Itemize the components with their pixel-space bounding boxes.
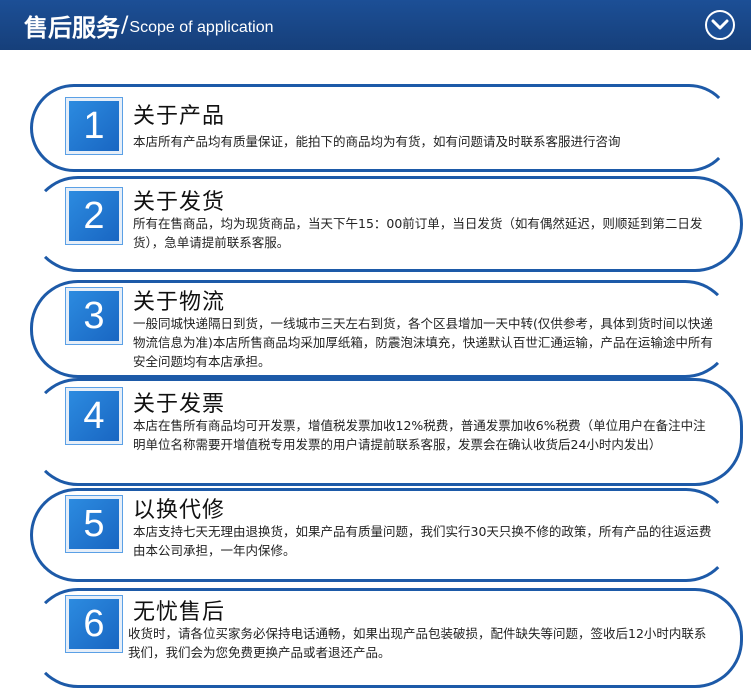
page-subtitle: Scope of application (129, 19, 274, 36)
service-card-3: 3 关于物流 一般同城快递隔日到货，一线城市三天左右到货，各个区县增加一天中转(… (0, 280, 751, 378)
section-title: 关于发货 (133, 190, 226, 215)
page-title: 售后服务 (24, 13, 120, 42)
service-card-4: 4 关于发票 本店在售所有商品均可开发票，增值税发票加收12%税费，普通发票加收… (0, 378, 751, 486)
section-title: 无忧售后 (133, 600, 226, 625)
title-separator: / (121, 12, 129, 38)
section-description: 所有在售商品，均为现货商品，当天下午15：00前订单，当日发货（如有偶然延迟，则… (133, 216, 703, 250)
section-number-badge: 5 (66, 496, 122, 552)
section-description: 本店所有产品均有质量保证，能拍下的商品均为有货，如有问题请及时联系客服进行咨询 (133, 134, 621, 149)
section-number-badge: 3 (66, 288, 122, 344)
header-bar: 售后服务 / Scope of application (0, 0, 751, 50)
section-description: 收货时，请各位买家务必保持电话通畅，如果出现产品包装破损，配件缺失等问题，签收后… (128, 626, 707, 660)
section-description: 一般同城快递隔日到货，一线城市三天左右到货，各个区县增加一天中转(仅供参考，具体… (133, 316, 713, 369)
section-title: 关于产品 (133, 104, 226, 129)
service-card-1: 1 关于产品 本店所有产品均有质量保证，能拍下的商品均为有货，如有问题请及时联系… (0, 84, 751, 172)
service-card-2: 2 关于发货 所有在售商品，均为现货商品，当天下午15：00前订单，当日发货（如… (0, 176, 751, 272)
section-number-badge: 4 (66, 388, 122, 444)
section-number-badge: 1 (66, 98, 122, 154)
section-description: 本店在售所有商品均可开发票，增值税发票加收12%税费，普通发票加收6%税费（单位… (133, 418, 706, 452)
section-title: 关于发票 (133, 392, 226, 417)
service-card-6: 6 无忧售后 收货时，请各位买家务必保持电话通畅，如果出现产品包装破损，配件缺失… (0, 588, 751, 688)
chevron-down-icon[interactable] (705, 10, 735, 40)
service-card-5: 5 以换代修 本店支持七天无理由退换货，如果产品有质量问题，我们实行30天只换不… (0, 488, 751, 582)
section-number-badge: 2 (66, 188, 122, 244)
section-number-badge: 6 (66, 596, 122, 652)
section-title: 关于物流 (133, 290, 226, 315)
section-description: 本店支持七天无理由退换货，如果产品有质量问题，我们实行30天只换不修的政策，所有… (133, 524, 712, 558)
section-title: 以换代修 (133, 498, 226, 523)
